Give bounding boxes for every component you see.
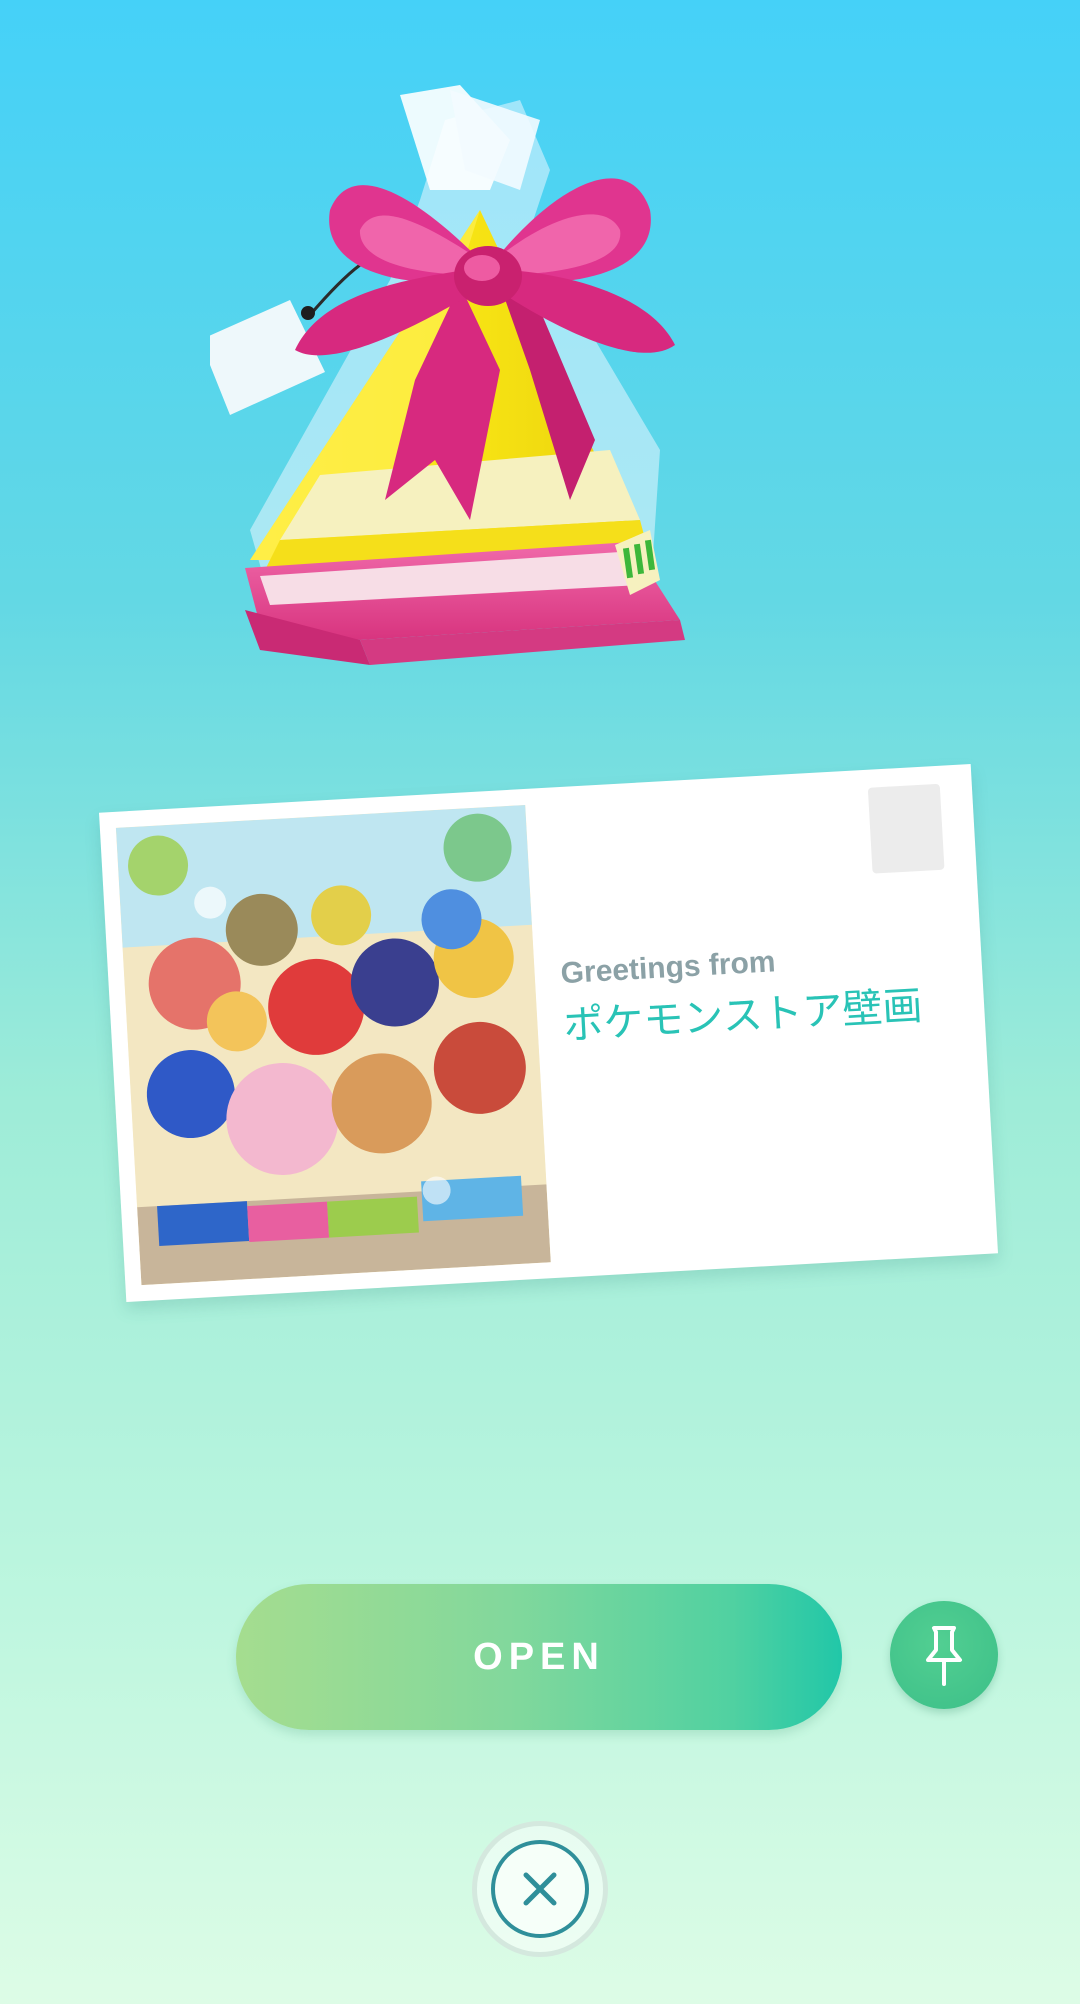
close-button-ring [491, 1840, 589, 1938]
gift-icon[interactable] [210, 80, 850, 800]
postcard-stamp [867, 783, 945, 874]
open-button-label: OPEN [473, 1635, 605, 1678]
close-button[interactable] [472, 1821, 608, 1957]
pin-button[interactable] [890, 1601, 998, 1709]
postcard: Greetings from ポケモンストア壁画 [99, 764, 998, 1302]
pin-icon [926, 1626, 962, 1686]
open-button[interactable]: OPEN [236, 1584, 842, 1730]
postcard-photo [115, 804, 551, 1286]
close-icon [523, 1872, 557, 1906]
